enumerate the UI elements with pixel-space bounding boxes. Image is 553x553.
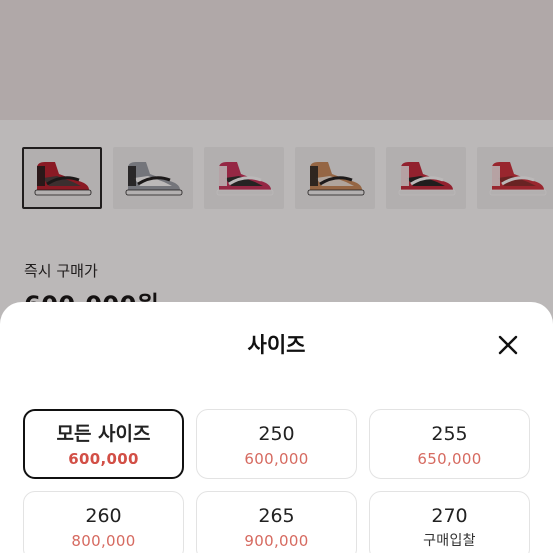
size-option-265[interactable]: 265 900,000 <box>196 491 357 553</box>
size-price: 800,000 <box>71 532 136 550</box>
size-label: 270 <box>431 505 468 527</box>
size-label: 250 <box>258 423 295 445</box>
size-price: 650,000 <box>417 450 482 468</box>
size-price: 600,000 <box>68 450 139 468</box>
size-price: 600,000 <box>244 450 309 468</box>
size-label: 260 <box>85 505 122 527</box>
sheet-title: 사이즈 <box>247 333 306 357</box>
close-icon <box>498 335 518 355</box>
screen: 즉시 구매가 600,000원 사이즈 모든 사이즈 600,000 250 6… <box>0 0 553 553</box>
size-label: 265 <box>258 505 295 527</box>
size-option-255[interactable]: 255 650,000 <box>369 409 530 479</box>
size-bottom-sheet: 사이즈 모든 사이즈 600,000 250 600,000 255 650,0… <box>0 302 553 553</box>
size-option-250[interactable]: 250 600,000 <box>196 409 357 479</box>
size-label: 모든 사이즈 <box>56 423 151 445</box>
size-price: 900,000 <box>244 532 309 550</box>
size-option-270[interactable]: 270 구매입찰 <box>369 491 530 553</box>
size-option-260[interactable]: 260 800,000 <box>23 491 184 553</box>
close-button[interactable] <box>494 331 522 359</box>
size-label: 255 <box>431 423 468 445</box>
size-option-all[interactable]: 모든 사이즈 600,000 <box>23 409 184 479</box>
size-bid-label: 구매입찰 <box>423 533 476 549</box>
